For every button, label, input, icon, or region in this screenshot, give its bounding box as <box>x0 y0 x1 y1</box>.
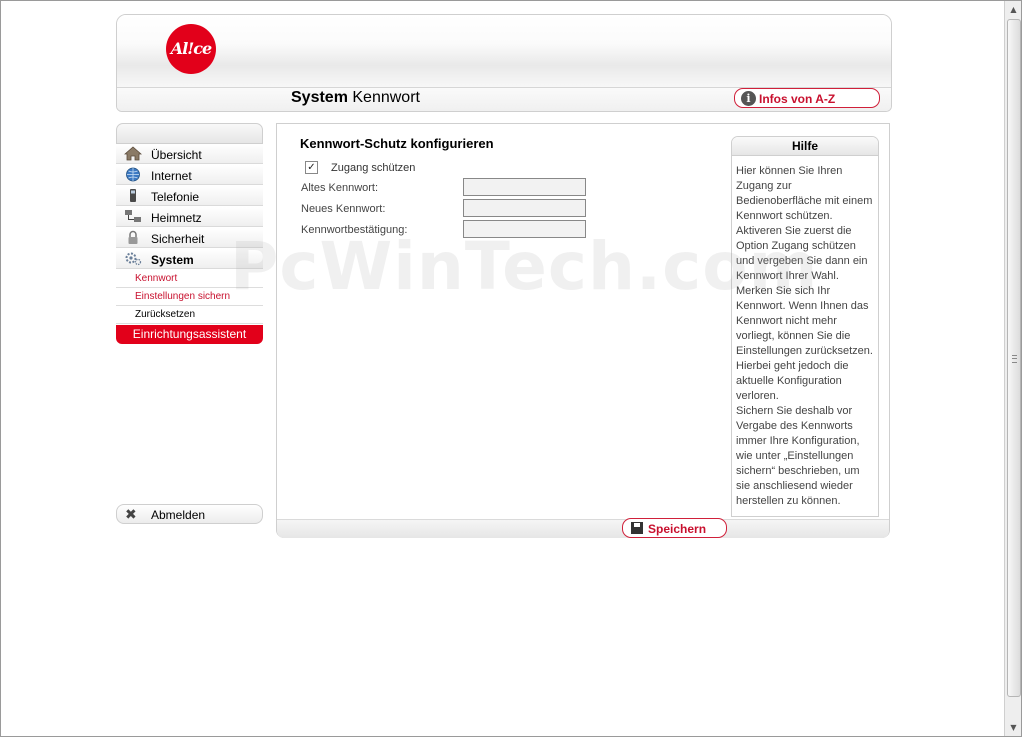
sidebar-item-telefonie[interactable]: Telefonie <box>116 186 263 206</box>
info-icon: i <box>741 91 756 106</box>
einrichtungsassistent-button[interactable]: Einrichtungsassistent <box>116 325 263 344</box>
logout-button[interactable]: ✖ Abmelden <box>116 504 263 524</box>
subnav-label: Zurücksetzen <box>135 309 196 320</box>
zugang-schuetzen-checkbox[interactable]: ✓ <box>305 161 318 174</box>
network-icon <box>125 210 141 222</box>
header-banner <box>117 15 891 88</box>
globe-icon <box>126 167 140 182</box>
altes-kennwort-label: Altes Kennwort: <box>301 182 379 194</box>
neues-kennwort-field[interactable] <box>463 199 586 217</box>
page-title-page: Kennwort <box>352 89 420 106</box>
subnav-label: Einstellungen sichern <box>135 291 231 302</box>
sidebar-item-label: System <box>151 253 194 267</box>
sidebar-item-label: Internet <box>151 169 192 183</box>
scroll-up-arrow-icon[interactable]: ▲ <box>1005 1 1022 18</box>
page-title: System Kennwort <box>291 89 420 107</box>
help-box: Hilfe Hier können Sie Ihren Zugang zur B… <box>731 136 879 517</box>
infos-a-z-button[interactable]: i Infos von A-Z <box>734 88 880 108</box>
zugang-schuetzen-label: Zugang schützen <box>331 162 416 174</box>
subnav-kennwort[interactable]: Kennwort <box>116 270 263 288</box>
subnav-einstellungen-sichern[interactable]: Einstellungen sichern <box>116 288 263 306</box>
vertical-scrollbar[interactable]: ▲ ▼ <box>1004 1 1022 736</box>
altes-kennwort-field[interactable] <box>463 178 586 196</box>
alice-logo[interactable]: Al!ce <box>166 24 216 74</box>
section-title: Kennwort-Schutz konfigurieren <box>300 136 494 151</box>
save-button[interactable]: Speichern <box>622 518 727 538</box>
infos-a-z-label: Infos von A-Z <box>759 92 836 106</box>
sidebar-cap <box>116 123 263 144</box>
sidebar-item-label: Übersicht <box>151 148 202 162</box>
sidebar-item-label: Sicherheit <box>151 232 205 246</box>
help-title: Hilfe <box>732 137 878 156</box>
sidebar-item-uebersicht[interactable]: Übersicht <box>116 144 263 164</box>
phone-icon <box>130 189 136 202</box>
neues-kennwort-label: Neues Kennwort: <box>301 203 386 215</box>
grip-icon <box>1012 355 1017 363</box>
scroll-down-arrow-icon[interactable]: ▼ <box>1005 719 1022 736</box>
sidebar-item-heimnetz[interactable]: Heimnetz <box>116 207 263 227</box>
kennwortbestaetigung-field[interactable] <box>463 220 586 238</box>
house-icon <box>124 146 142 161</box>
sidebar-item-label: Heimnetz <box>151 211 202 225</box>
sidebar-item-label: Telefonie <box>151 190 200 204</box>
sidebar-item-internet[interactable]: Internet <box>116 165 263 185</box>
sidebar-item-system[interactable]: System <box>116 249 263 269</box>
gear-icon <box>125 252 142 266</box>
kennwortbestaetigung-label: Kennwortbestätigung: <box>301 224 408 236</box>
subnav-zuruecksetzen[interactable]: Zurücksetzen <box>116 306 263 324</box>
sidebar: Übersicht Internet Telefonie Heimnetz Si… <box>116 123 263 344</box>
sidebar-item-sicherheit[interactable]: Sicherheit <box>116 228 263 248</box>
help-text: Hier können Sie Ihren Zugang zur Bedieno… <box>736 165 873 507</box>
floppy-disk-icon <box>631 522 643 534</box>
page-title-section: System <box>291 89 348 106</box>
close-icon: ✖ <box>125 506 137 522</box>
logout-label: Abmelden <box>151 508 206 522</box>
scrollbar-thumb[interactable] <box>1007 19 1021 697</box>
content-footer <box>277 519 889 538</box>
lock-icon <box>128 230 138 244</box>
save-label: Speichern <box>648 522 707 536</box>
subnav-label: Kennwort <box>135 273 178 284</box>
